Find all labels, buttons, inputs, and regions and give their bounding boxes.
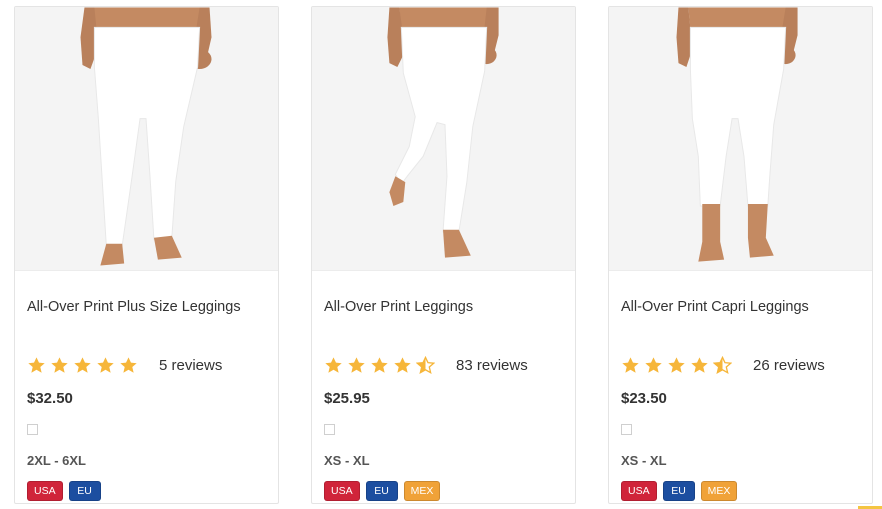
star-half-icon <box>416 355 435 374</box>
star-rating <box>621 355 732 375</box>
star-full-icon <box>348 356 365 373</box>
star-half-icon <box>713 355 732 374</box>
size-range: 2XL - 6XL <box>27 453 87 468</box>
product-grid: All-Over Print Plus Size Leggings 5 revi… <box>14 6 873 504</box>
product-image[interactable] <box>15 7 278 271</box>
star-full-icon <box>645 356 662 373</box>
star-full-icon <box>97 356 114 373</box>
product-card[interactable]: All-Over Print Plus Size Leggings 5 revi… <box>14 6 279 504</box>
region-badge-mex: MEX <box>403 481 441 501</box>
product-price: $32.50 <box>27 390 73 407</box>
region-badge-usa: USA <box>324 481 360 501</box>
star-rating <box>324 355 435 375</box>
color-swatch[interactable] <box>621 424 632 435</box>
product-rating: 83 reviews <box>324 354 563 376</box>
star-full-icon <box>691 356 708 373</box>
leggings-photo-icon <box>15 7 278 270</box>
product-title[interactable]: All-Over Print Plus Size Leggings <box>27 298 266 338</box>
fulfillment-regions: USA EU MEX <box>324 481 563 501</box>
product-image[interactable] <box>312 7 575 271</box>
leggings-photo-icon <box>312 7 575 270</box>
star-full-icon <box>74 356 91 373</box>
product-price: $23.50 <box>621 390 667 407</box>
review-count[interactable]: 26 reviews <box>753 357 825 374</box>
product-card[interactable]: All-Over Print Leggings 83 reviews $25.9… <box>311 6 576 504</box>
review-count[interactable]: 5 reviews <box>159 357 222 374</box>
fulfillment-regions: USA EU MEX <box>621 481 860 501</box>
star-full-icon <box>622 356 639 373</box>
product-card[interactable]: All-Over Print Capri Leggings 26 reviews… <box>608 6 873 504</box>
star-full-icon <box>120 356 137 373</box>
region-badge-eu: EU <box>662 481 695 501</box>
capri-leggings-photo-icon <box>609 7 872 270</box>
size-range: XS - XL <box>324 453 370 468</box>
star-full-icon <box>28 356 45 373</box>
star-rating <box>27 356 138 375</box>
product-rating: 5 reviews <box>27 354 266 376</box>
region-badge-usa: USA <box>27 481 63 501</box>
review-count[interactable]: 83 reviews <box>456 357 528 374</box>
product-rating: 26 reviews <box>621 354 860 376</box>
color-swatch[interactable] <box>27 424 38 435</box>
product-price: $25.95 <box>324 390 370 407</box>
star-full-icon <box>51 356 68 373</box>
region-badge-eu: EU <box>68 481 101 501</box>
region-badge-eu: EU <box>365 481 398 501</box>
star-full-icon <box>394 356 411 373</box>
region-badge-usa: USA <box>621 481 657 501</box>
color-swatch[interactable] <box>324 424 335 435</box>
product-title[interactable]: All-Over Print Capri Leggings <box>621 298 860 338</box>
star-full-icon <box>668 356 685 373</box>
star-full-icon <box>325 356 342 373</box>
region-badge-mex: MEX <box>700 481 738 501</box>
product-image[interactable] <box>609 7 872 271</box>
product-title[interactable]: All-Over Print Leggings <box>324 298 563 338</box>
size-range: XS - XL <box>621 453 667 468</box>
fulfillment-regions: USA EU <box>27 481 266 501</box>
star-full-icon <box>371 356 388 373</box>
